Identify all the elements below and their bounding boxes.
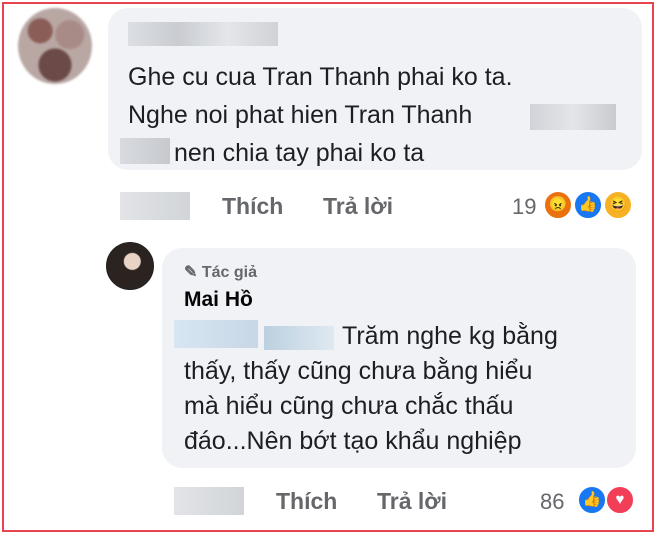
- blurred-text: [120, 138, 170, 164]
- like-link[interactable]: Thích: [222, 193, 283, 220]
- blurred-text: [264, 326, 334, 350]
- author-badge: ✎ Tác giả: [184, 264, 257, 281]
- pencil-icon: ✎: [184, 264, 198, 281]
- blurred-text: [174, 320, 258, 348]
- blurred-timestamp: [174, 487, 244, 515]
- blurred-timestamp: [120, 192, 190, 220]
- haha-icon[interactable]: 😆: [603, 190, 633, 220]
- like-link[interactable]: Thích: [276, 488, 337, 515]
- avatar[interactable]: [18, 8, 92, 84]
- comment-text-line: Nghe noi phat hien Tran Thanh: [128, 101, 473, 129]
- like-icon[interactable]: 👍: [573, 190, 603, 220]
- comment-text-line: mà hiểu cũng chưa chắc thấu: [184, 392, 514, 420]
- love-icon[interactable]: ♥: [605, 485, 635, 515]
- reply-link[interactable]: Trả lời: [323, 193, 393, 220]
- angry-icon[interactable]: 😠: [543, 190, 573, 220]
- comment-text-line: đáo...Nên bớt tạo khẩu nghiệp: [184, 427, 522, 455]
- like-icon[interactable]: 👍: [577, 485, 607, 515]
- author-avatar[interactable]: [106, 242, 154, 290]
- comment-text-line: thấy, thấy cũng chưa bằng hiểu: [184, 357, 533, 385]
- blurred-text: [530, 104, 616, 130]
- comment-text-line: Ghe cu cua Tran Thanh phai ko ta.: [128, 63, 513, 91]
- reaction-count[interactable]: 19: [512, 194, 536, 220]
- reply-bubble: ✎ Tác giả Mai Hồ Trăm nghe kg bằng thấy,…: [162, 248, 636, 468]
- comment-text-line: nen chia tay phai ko ta: [174, 139, 425, 167]
- reply-link[interactable]: Trả lời: [377, 488, 447, 515]
- reaction-count[interactable]: 86: [540, 489, 564, 515]
- comment-text-line: Trăm nghe kg bằng: [342, 322, 558, 350]
- author-name[interactable]: Mai Hồ: [184, 288, 253, 312]
- blurred-author-name: [128, 22, 278, 46]
- comment-bubble: Ghe cu cua Tran Thanh phai ko ta. Nghe n…: [108, 8, 642, 170]
